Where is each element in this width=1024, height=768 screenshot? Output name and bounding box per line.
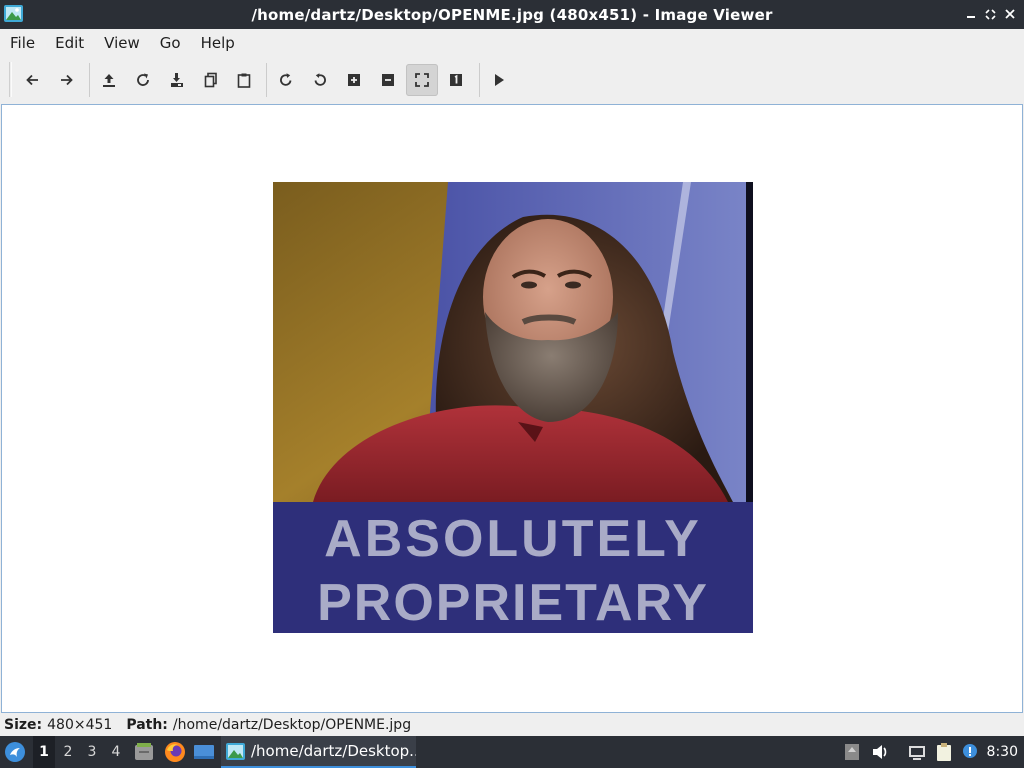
copy-icon [204, 72, 217, 88]
maximize-icon[interactable] [981, 5, 999, 23]
copy-button[interactable] [195, 64, 227, 96]
slideshow-button[interactable] [483, 64, 515, 96]
workspace-3[interactable]: 3 [81, 736, 103, 768]
reload-icon [137, 73, 149, 86]
size-label: Size: [4, 717, 43, 733]
image-viewer-app-icon [4, 5, 23, 22]
back-icon [26, 74, 38, 86]
clock[interactable]: 8:30 [987, 736, 1018, 768]
toolbar-separator [89, 63, 90, 97]
save-button[interactable] [161, 64, 193, 96]
fit-window-button[interactable] [406, 64, 438, 96]
toolbar-handle[interactable] [9, 62, 12, 97]
notification-icon[interactable] [960, 742, 980, 762]
file-manager-icon[interactable] [133, 741, 155, 763]
paste-button[interactable] [228, 64, 260, 96]
image-viewer-task-icon [226, 742, 245, 760]
open-parent-button[interactable] [93, 64, 125, 96]
taskbar-window-label: /home/dartz/Desktop... [251, 742, 416, 760]
upload-icon [103, 74, 115, 87]
minimize-icon[interactable] [962, 5, 980, 23]
rotate-clockwise-button[interactable] [270, 64, 302, 96]
window-title: /home/dartz/Desktop/OPENME.jpg (480x451)… [251, 5, 773, 24]
size-value: 480×451 [47, 717, 113, 733]
path-value: /home/dartz/Desktop/OPENME.jpg [172, 717, 412, 733]
original-size-icon [450, 74, 462, 86]
clipboard-icon[interactable] [934, 742, 954, 762]
menu-bar: File Edit View Go Help [0, 29, 1024, 57]
zoom-out-icon [382, 74, 394, 86]
start-menu-icon[interactable] [4, 741, 26, 763]
status-bar: Size: 480×451 Path: /home/dartz/Desktop/… [0, 714, 1024, 736]
menu-edit[interactable]: Edit [45, 29, 94, 57]
image-view-area[interactable]: ABSOLUTELY PROPRIETARY [1, 104, 1023, 713]
close-icon[interactable] [1001, 5, 1019, 23]
taskbar-window-button[interactable]: /home/dartz/Desktop... [221, 736, 416, 768]
volume-icon[interactable] [870, 742, 890, 762]
toolbar-separator [266, 63, 267, 97]
zoom-in-icon [348, 74, 360, 86]
forward-icon [61, 74, 73, 86]
slideshow-icon [495, 74, 504, 86]
fit-window-icon [415, 73, 429, 87]
menu-go[interactable]: Go [150, 29, 191, 57]
path-label: Path: [126, 717, 168, 733]
menu-view[interactable]: View [94, 29, 150, 57]
forward-button[interactable] [50, 64, 82, 96]
back-button[interactable] [17, 64, 49, 96]
zoom-in-button[interactable] [338, 64, 370, 96]
rotate-cw-icon [280, 73, 292, 86]
displayed-image[interactable]: ABSOLUTELY PROPRIETARY [273, 182, 753, 633]
image-caption-line2: PROPRIETARY [317, 574, 709, 632]
menu-help[interactable]: Help [191, 29, 245, 57]
title-bar: /home/dartz/Desktop/OPENME.jpg (480x451)… [0, 0, 1024, 29]
firefox-icon[interactable] [164, 741, 186, 763]
toolbar [0, 57, 1024, 103]
rotate-counterclockwise-button[interactable] [304, 64, 336, 96]
taskbar: 1 2 3 4 /home/dartz/Desktop... 8:30 [0, 736, 1024, 768]
save-icon [171, 73, 183, 87]
image-caption-line1: ABSOLUTELY [324, 510, 702, 568]
workspace-4[interactable]: 4 [105, 736, 127, 768]
desktop-icon[interactable] [193, 741, 215, 763]
workspace-1[interactable]: 1 [33, 736, 55, 768]
reload-button[interactable] [127, 64, 159, 96]
rotate-ccw-icon [314, 73, 326, 86]
menu-file[interactable]: File [0, 29, 45, 57]
paste-icon [237, 73, 251, 88]
toolbar-separator [479, 63, 480, 97]
zoom-out-button[interactable] [372, 64, 404, 96]
show-desktop-icon[interactable] [842, 742, 862, 762]
original-size-button[interactable] [440, 64, 472, 96]
network-icon[interactable] [907, 742, 927, 762]
workspace-2[interactable]: 2 [57, 736, 79, 768]
